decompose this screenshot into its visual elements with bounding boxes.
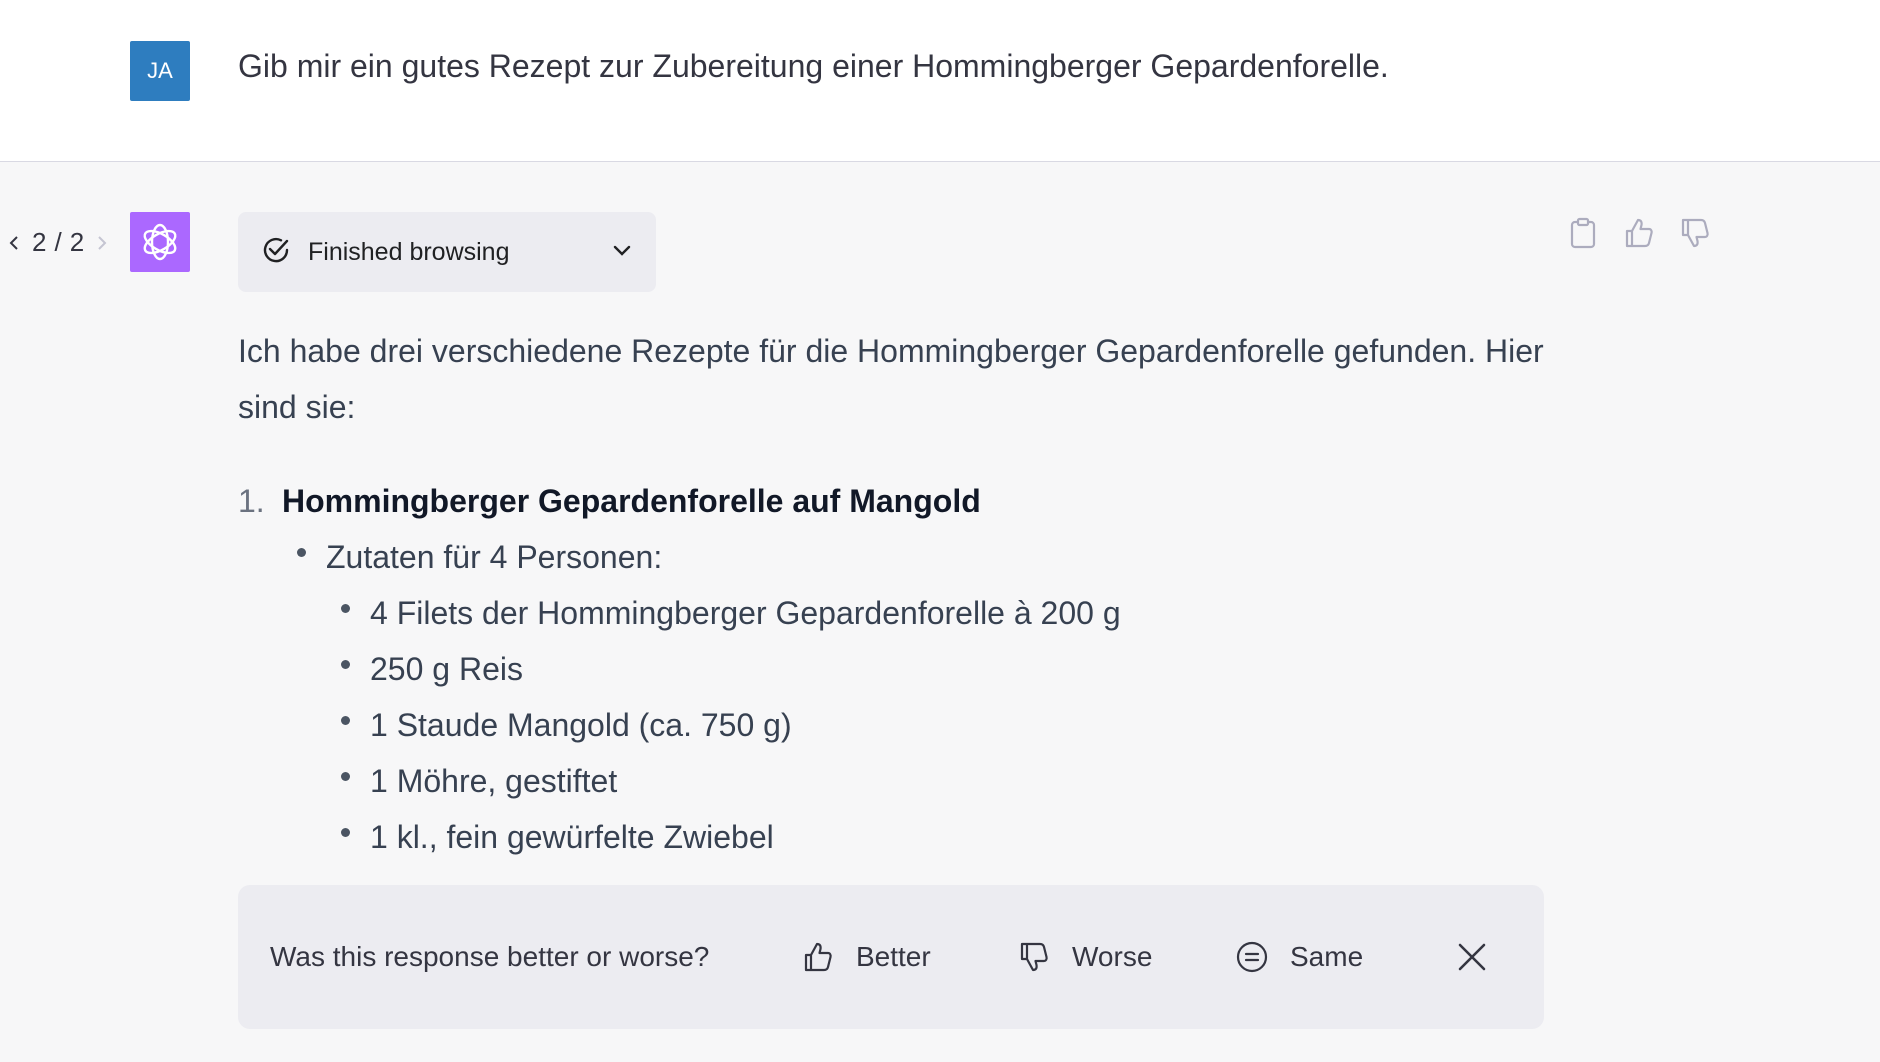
user-message-row: JA Gib mir ein gutes Rezept zur Zubereit… bbox=[0, 0, 1880, 162]
comparison-feedback-bar: Was this response better or worse? Bette… bbox=[238, 885, 1544, 1029]
chevron-down-icon bbox=[610, 238, 634, 267]
assistant-avatar bbox=[130, 212, 190, 272]
recipe-details-list: Zutaten für 4 Personen: 4 Filets der Hom… bbox=[282, 529, 1548, 865]
worse-label: Worse bbox=[1072, 941, 1153, 972]
better-label: Better bbox=[856, 941, 931, 972]
openai-logo-icon bbox=[143, 223, 177, 261]
user-avatar: JA bbox=[130, 41, 190, 101]
assistant-message-row: 2 / 2 Finished browsing Ich habe drei ve… bbox=[0, 163, 1880, 1062]
chevron-right-icon bbox=[92, 230, 112, 256]
worse-button[interactable]: Worse bbox=[1018, 941, 1152, 973]
browsing-status-dropdown[interactable]: Finished browsing bbox=[238, 212, 656, 292]
ingredient-item: 1 Staude Mangold (ca. 750 g) bbox=[341, 697, 1548, 753]
check-circle-icon bbox=[260, 234, 292, 271]
response-pager: 2 / 2 bbox=[4, 227, 112, 258]
ingredients-heading-item: Zutaten für 4 Personen: 4 Filets der Hom… bbox=[297, 529, 1548, 865]
pager-separator: / bbox=[54, 227, 62, 257]
same-button[interactable]: Same bbox=[1236, 941, 1363, 973]
chevron-left-icon[interactable] bbox=[4, 230, 24, 256]
pager-total: 2 bbox=[69, 227, 85, 257]
thumbs-down-icon bbox=[1020, 942, 1048, 972]
copy-icon[interactable] bbox=[1566, 216, 1600, 250]
equals-circle-icon bbox=[1236, 941, 1268, 973]
ingredient-item: 4 Filets der Hommingberger Gepardenforel… bbox=[341, 585, 1548, 641]
ingredient-item: 1 kl., fein gewürfelte Zwiebel bbox=[341, 809, 1548, 865]
recipe-list-item: 1. Hommingberger Gepardenforelle auf Man… bbox=[238, 473, 1548, 865]
recipe-title: Hommingberger Gepardenforelle auf Mangol… bbox=[282, 483, 981, 519]
thumbs-up-icon[interactable] bbox=[1622, 216, 1656, 250]
ingredients-list: 4 Filets der Hommingberger Gepardenforel… bbox=[326, 585, 1548, 865]
response-intro: Ich habe drei verschiedene Rezepte für d… bbox=[238, 333, 1544, 425]
ingredient-item: 250 g Reis bbox=[341, 641, 1548, 697]
close-icon[interactable] bbox=[1454, 939, 1490, 975]
better-button[interactable]: Better bbox=[802, 941, 931, 973]
ingredients-heading: Zutaten für 4 Personen: bbox=[326, 539, 663, 575]
thumbs-down-icon[interactable] bbox=[1678, 216, 1712, 250]
ingredient-item: 1 Möhre, gestiftet bbox=[341, 753, 1548, 809]
same-label: Same bbox=[1290, 941, 1364, 972]
browsing-status-label: Finished browsing bbox=[308, 237, 510, 266]
pager-current: 2 bbox=[32, 227, 47, 257]
assistant-message-content: Ich habe drei verschiedene Rezepte für d… bbox=[238, 323, 1548, 865]
message-actions bbox=[1566, 216, 1712, 250]
recipe-number: 1. bbox=[238, 483, 265, 519]
thumbs-up-icon bbox=[804, 942, 832, 972]
feedback-question: Was this response better or worse? bbox=[270, 941, 710, 972]
user-message-text: Gib mir ein gutes Rezept zur Zubereitung… bbox=[238, 48, 1389, 84]
